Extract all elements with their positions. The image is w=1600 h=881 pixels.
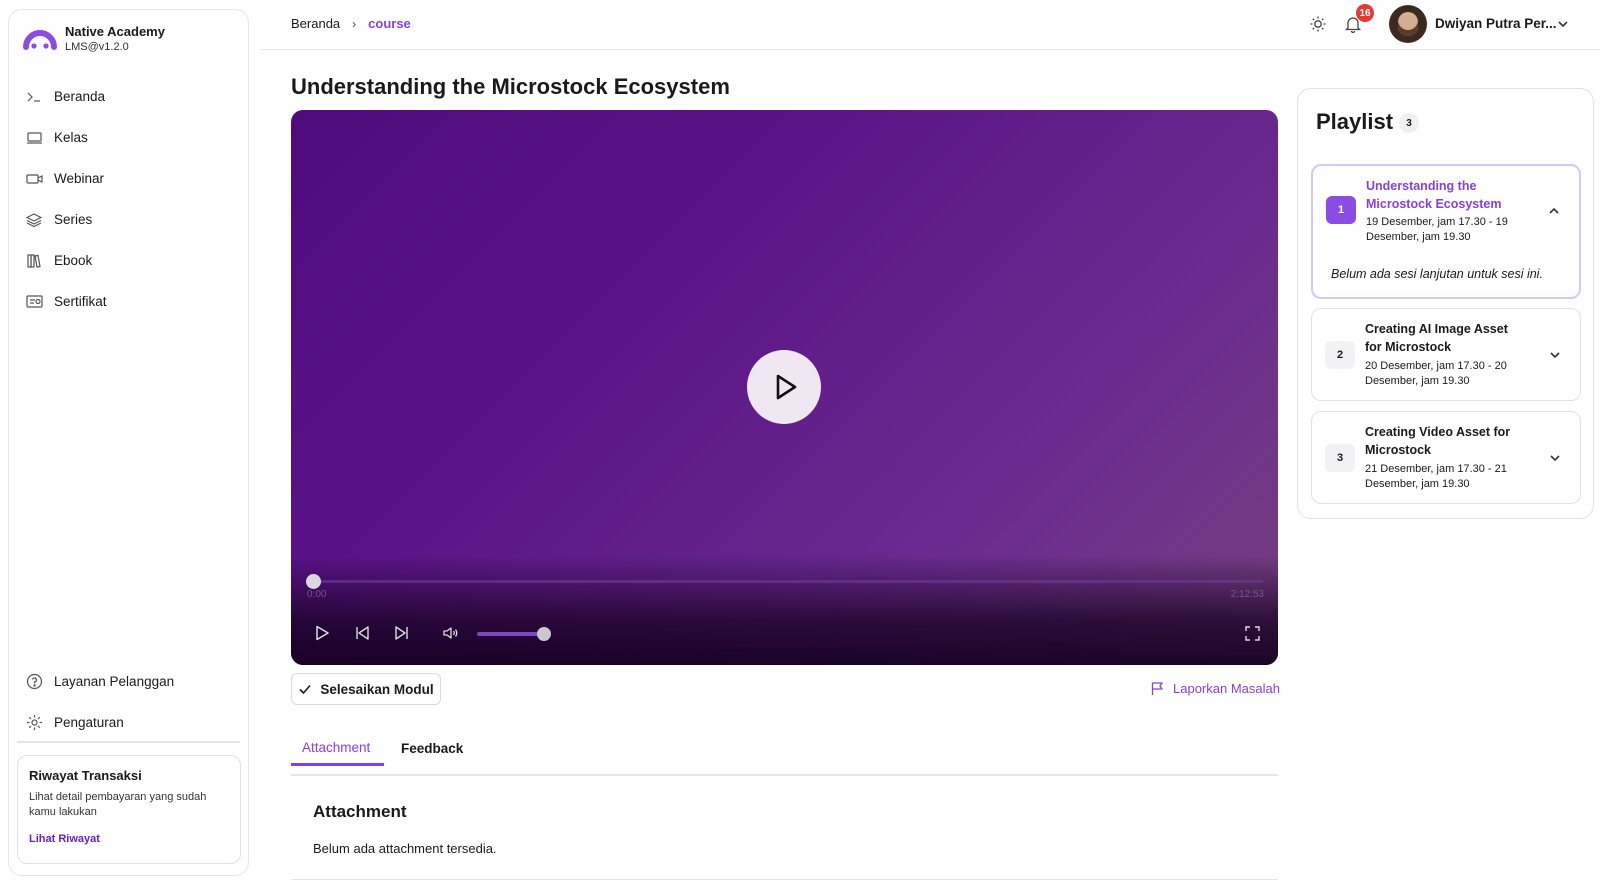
brand-name: Native Academy	[65, 24, 165, 39]
sidebar-item-label: Beranda	[54, 89, 106, 104]
logo-icon	[23, 30, 57, 50]
layers-icon	[25, 211, 43, 229]
help-circle-icon	[25, 673, 43, 691]
tab-attachment[interactable]: Attachment	[302, 740, 370, 755]
playlist-item-title: Creating Video Asset for Microstock	[1365, 425, 1511, 457]
riwayat-card: Riwayat Transaksi Lihat detail pembayara…	[17, 755, 241, 864]
sidebar-item-label: Sertifikat	[54, 294, 107, 309]
playlist-count-badge: 3	[1399, 113, 1419, 133]
terminal-icon	[25, 88, 43, 106]
report-problem-link[interactable]: Laporkan Masalah	[1150, 681, 1280, 696]
chevron-right-icon: ›	[352, 16, 357, 31]
playlist-item-number: 1	[1326, 196, 1356, 224]
sidebar-item-label: Series	[54, 212, 93, 227]
sidebar-item-series[interactable]: Series	[9, 199, 248, 240]
playlist-item-title: Understanding the Microstock Ecosystem	[1366, 179, 1502, 211]
top-header: Beranda › course 16 Dwiyan Putra Per...	[261, 0, 1600, 50]
sidebar-item-webinar[interactable]: Webinar	[9, 158, 248, 199]
riwayat-title: Riwayat Transaksi	[29, 768, 142, 783]
sidebar-item-pengaturan[interactable]: Pengaturan	[9, 702, 248, 743]
progress-bar[interactable]	[313, 580, 1263, 583]
playlist-title: Playlist	[1316, 109, 1394, 134]
laptop-icon	[25, 129, 43, 147]
fullscreen-icon[interactable]	[1243, 624, 1261, 642]
sidebar-item-label: Pengaturan	[54, 715, 124, 730]
video-player[interactable]: 0:00 2:12:53	[291, 110, 1278, 665]
chevron-down-icon[interactable]	[1548, 348, 1562, 362]
brand-version: LMS@v1.2.0	[65, 41, 129, 53]
volume-handle[interactable]	[537, 627, 551, 641]
books-icon	[25, 252, 43, 270]
riwayat-description: Lihat detail pembayaran yang sudah kamu …	[29, 791, 207, 818]
sidebar: Native Academy LMS@v1.2.0 Beranda Kelas …	[8, 9, 249, 876]
content-divider	[291, 879, 1278, 880]
playlist-item-date: 21 Desember, jam 17.30 - 21 Desember, ja…	[1365, 463, 1507, 490]
sidebar-item-sertifikat[interactable]: Sertifikat	[9, 281, 248, 322]
complete-module-button[interactable]: Selesaikan Modul	[291, 673, 441, 705]
breadcrumb-home[interactable]: Beranda	[291, 16, 340, 31]
sidebar-item-label: Layanan Pelanggan	[54, 674, 175, 689]
volume-slider[interactable]	[477, 632, 545, 636]
flag-icon	[1151, 682, 1163, 695]
sidebar-nav: Beranda Kelas Webinar Series Ebook Serti…	[9, 76, 248, 322]
sidebar-item-label: Webinar	[54, 171, 105, 186]
brand[interactable]: Native Academy LMS@v1.2.0	[23, 24, 165, 54]
chevron-down-icon[interactable]	[1556, 17, 1570, 31]
playlist-item-1[interactable]: 1 Understanding the Microstock Ecosystem…	[1311, 164, 1581, 299]
playlist-item-2[interactable]: 2 Creating AI Image Asset for Microstock…	[1311, 308, 1581, 401]
active-tab-indicator	[291, 763, 384, 766]
gear-icon	[25, 714, 43, 732]
playlist-panel: Playlist 3 1 Understanding the Microstoc…	[1297, 88, 1594, 519]
sidebar-item-kelas[interactable]: Kelas	[9, 117, 248, 158]
skip-back-icon[interactable]	[353, 624, 371, 642]
sidebar-item-ebook[interactable]: Ebook	[9, 240, 248, 281]
tab-feedback[interactable]: Feedback	[401, 741, 463, 756]
playlist-item-number: 3	[1325, 444, 1355, 472]
lihat-riwayat-link[interactable]: Lihat Riwayat	[29, 833, 229, 845]
skip-forward-icon[interactable]	[393, 624, 411, 642]
sun-icon[interactable]	[1308, 14, 1328, 34]
playlist-item-title: Creating AI Image Asset for Microstock	[1365, 322, 1508, 354]
sidebar-bottom-nav: Layanan Pelanggan Pengaturan	[9, 661, 248, 743]
page-title: Understanding the Microstock Ecosystem	[291, 74, 730, 99]
content-tabs: Attachment Feedback	[291, 730, 1278, 776]
chevron-down-icon[interactable]	[1548, 451, 1562, 465]
notification-badge: 16	[1356, 4, 1374, 22]
breadcrumb: Beranda › course	[291, 16, 411, 31]
duration: 2:12:53	[1230, 589, 1264, 600]
sidebar-item-label: Kelas	[54, 130, 88, 145]
attachment-heading: Attachment	[313, 802, 407, 821]
chevron-up-icon[interactable]	[1547, 204, 1561, 218]
sidebar-item-beranda[interactable]: Beranda	[9, 76, 248, 117]
play-icon	[776, 374, 797, 400]
complete-module-label: Selesaikan Modul	[320, 681, 434, 697]
breadcrumb-current: course	[368, 16, 411, 31]
check-icon	[299, 684, 311, 695]
sidebar-item-label: Ebook	[54, 253, 93, 268]
avatar[interactable]	[1389, 5, 1427, 43]
play-button[interactable]	[747, 350, 821, 424]
playlist-item-3[interactable]: 3 Creating Video Asset for Microstock 21…	[1311, 411, 1581, 504]
certificate-icon	[25, 293, 43, 311]
user-name[interactable]: Dwiyan Putra Per...	[1435, 16, 1557, 31]
attachment-empty-text: Belum ada attachment tersedia.	[313, 841, 497, 856]
playlist-item-date: 19 Desember, jam 17.30 - 19 Desember, ja…	[1366, 216, 1508, 243]
volume-icon[interactable]	[441, 624, 459, 642]
play-control-icon[interactable]	[313, 624, 331, 642]
sidebar-divider	[17, 741, 240, 743]
sidebar-item-layanan[interactable]: Layanan Pelanggan	[9, 661, 248, 702]
playlist-item-date: 20 Desember, jam 17.30 - 20 Desember, ja…	[1365, 360, 1507, 387]
report-problem-label: Laporkan Masalah	[1173, 681, 1280, 696]
progress-handle[interactable]	[306, 574, 321, 589]
current-time: 0:00	[307, 589, 327, 600]
video-icon	[25, 170, 43, 188]
playlist-item-note: Belum ada sesi lanjutan untuk sesi ini.	[1331, 267, 1543, 281]
playlist-item-number: 2	[1325, 341, 1355, 369]
